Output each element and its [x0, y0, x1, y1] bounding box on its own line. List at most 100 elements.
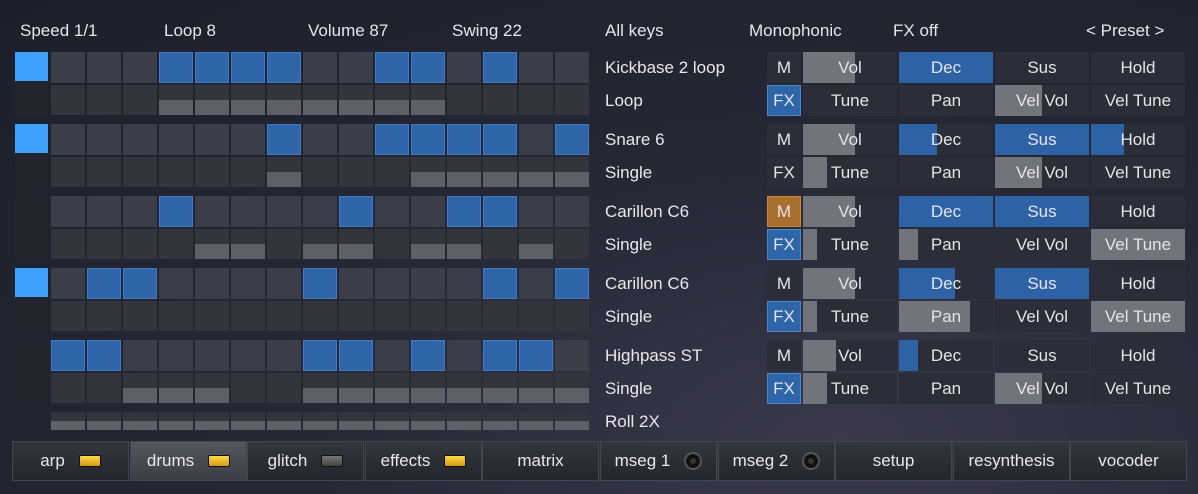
velocity-cell[interactable]: [555, 301, 589, 331]
fx-toggle[interactable]: FX off: [893, 21, 938, 41]
m-control[interactable]: M: [767, 268, 801, 299]
track-mode[interactable]: Single: [605, 163, 652, 183]
fx-control[interactable]: FX: [767, 301, 801, 332]
roll-cell[interactable]: [267, 412, 301, 430]
step-cell[interactable]: [267, 340, 301, 371]
tune-control[interactable]: Tune: [803, 157, 897, 188]
step-cell[interactable]: [303, 124, 337, 155]
sus-control[interactable]: Sus: [995, 196, 1089, 227]
velocity-cell[interactable]: [339, 301, 373, 331]
step-cell[interactable]: [555, 52, 589, 83]
step-cell[interactable]: [519, 340, 553, 371]
step-cell[interactable]: [555, 268, 589, 299]
mono-toggle[interactable]: Monophonic: [749, 21, 842, 41]
step-cell[interactable]: [159, 124, 193, 155]
velocity-cell[interactable]: [267, 301, 301, 331]
velocity-cell[interactable]: [159, 373, 193, 403]
vol-control[interactable]: Vol: [803, 340, 897, 371]
step-cell[interactable]: [555, 340, 589, 371]
velocity-cell[interactable]: [123, 229, 157, 259]
step-cell[interactable]: [51, 124, 85, 155]
tab-resynthesis[interactable]: resynthesis: [953, 441, 1070, 481]
velocity-cell[interactable]: [159, 301, 193, 331]
sus-control[interactable]: Sus: [995, 52, 1089, 83]
velocity-cell[interactable]: [375, 229, 409, 259]
dec-control[interactable]: Dec: [899, 268, 993, 299]
velocity-cell[interactable]: [123, 85, 157, 115]
tune-control[interactable]: Tune: [803, 229, 897, 260]
tab-knob-icon[interactable]: [684, 452, 703, 470]
step-cell[interactable]: [303, 52, 337, 83]
velocity-cell[interactable]: [555, 229, 589, 259]
velocity-cell[interactable]: [87, 373, 121, 403]
hold-control[interactable]: Hold: [1091, 124, 1185, 155]
velocity-cell[interactable]: [339, 85, 373, 115]
velocity-cell[interactable]: [339, 373, 373, 403]
m-control[interactable]: M: [767, 196, 801, 227]
veltune-control[interactable]: Vel Tune: [1091, 229, 1185, 260]
step-cell[interactable]: [411, 340, 445, 371]
tab-enable-led[interactable]: [321, 455, 344, 467]
roll-cell[interactable]: [411, 412, 445, 430]
velocity-cell[interactable]: [447, 373, 481, 403]
tab-vocoder[interactable]: vocoder: [1070, 441, 1187, 481]
roll-cell[interactable]: [519, 412, 553, 430]
velocity-cell[interactable]: [519, 229, 553, 259]
step-cell[interactable]: [447, 52, 481, 83]
tab-enable-led[interactable]: [444, 455, 467, 467]
step-cell[interactable]: [339, 52, 373, 83]
velvol-control[interactable]: Vel Vol: [995, 157, 1089, 188]
tab-arp[interactable]: arp: [12, 441, 129, 481]
tab-mseg-2[interactable]: mseg 2: [718, 441, 835, 481]
velocity-cell[interactable]: [195, 229, 229, 259]
roll-cell[interactable]: [339, 412, 373, 430]
pan-control[interactable]: Pan: [899, 85, 993, 116]
hold-control[interactable]: Hold: [1091, 52, 1185, 83]
velocity-cell[interactable]: [483, 229, 517, 259]
roll-cell[interactable]: [447, 412, 481, 430]
step-cell[interactable]: [303, 340, 337, 371]
tab-setup[interactable]: setup: [835, 441, 952, 481]
step-cell[interactable]: [483, 268, 517, 299]
hold-control[interactable]: Hold: [1091, 268, 1185, 299]
loop-selector[interactable]: Loop 8: [164, 21, 216, 41]
step-cell[interactable]: [159, 268, 193, 299]
step-cell[interactable]: [303, 196, 337, 227]
sus-control[interactable]: Sus: [995, 268, 1089, 299]
tab-knob-icon[interactable]: [802, 452, 821, 470]
step-cell[interactable]: [555, 124, 589, 155]
velocity-cell[interactable]: [303, 229, 337, 259]
velocity-cell[interactable]: [51, 373, 85, 403]
step-cell[interactable]: [483, 52, 517, 83]
velocity-cell[interactable]: [195, 301, 229, 331]
preset-selector[interactable]: < Preset >: [1086, 21, 1164, 41]
velocity-cell[interactable]: [447, 85, 481, 115]
tab-enable-led[interactable]: [208, 455, 231, 467]
veltune-control[interactable]: Vel Tune: [1091, 373, 1185, 404]
step-cell[interactable]: [87, 52, 121, 83]
roll-cell[interactable]: [51, 412, 85, 430]
pan-control[interactable]: Pan: [899, 157, 993, 188]
tune-control[interactable]: Tune: [803, 373, 897, 404]
velocity-cell[interactable]: [267, 229, 301, 259]
roll-name[interactable]: Roll 2X: [605, 412, 660, 432]
velocity-cell[interactable]: [375, 85, 409, 115]
step-cell[interactable]: [267, 268, 301, 299]
velocity-cell[interactable]: [195, 373, 229, 403]
step-cell[interactable]: [375, 340, 409, 371]
track-mode[interactable]: Loop: [605, 91, 643, 111]
velocity-cell[interactable]: [303, 85, 337, 115]
velocity-cell[interactable]: [231, 85, 265, 115]
track-mode[interactable]: Single: [605, 307, 652, 327]
velvol-control[interactable]: Vel Vol: [995, 301, 1089, 332]
velocity-cell[interactable]: [159, 229, 193, 259]
step-cell[interactable]: [51, 52, 85, 83]
velocity-cell[interactable]: [267, 85, 301, 115]
roll-cell[interactable]: [483, 412, 517, 430]
tune-control[interactable]: Tune: [803, 301, 897, 332]
step-cell[interactable]: [519, 196, 553, 227]
step-cell[interactable]: [267, 196, 301, 227]
roll-cell[interactable]: [555, 412, 589, 430]
step-cell[interactable]: [159, 196, 193, 227]
velocity-cell[interactable]: [231, 229, 265, 259]
